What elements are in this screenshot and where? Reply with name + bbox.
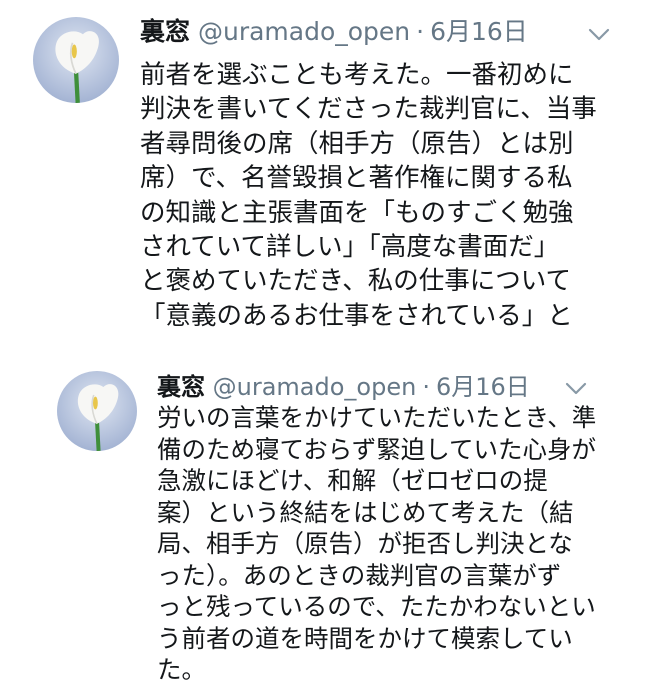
- chevron-down-icon[interactable]: [565, 382, 587, 396]
- tweet-text-line: 備のため寝ておらず緊迫していた心身が: [157, 434, 597, 464]
- tweet-text-line: 急激にほどけ、和解（ゼロゼロの提: [157, 466, 548, 495]
- tweet-date[interactable]: 6月16日: [436, 373, 530, 401]
- tweet-text-line: っと残っているので、たたかわないとい: [157, 592, 596, 621]
- tweet-header: 裏窓 @uramado_open · 6月16日: [157, 371, 530, 403]
- tweet-text-line: されていて詳しい」「高度な書面だ」: [140, 232, 560, 263]
- tweet-text-line: 者尋問後の席（相手方（原告）とは別: [140, 128, 574, 159]
- display-name[interactable]: 裏窓: [140, 17, 190, 46]
- tweet-2[interactable]: 裏窓 @uramado_open · 6月16日 労いの言葉をかけていただいたとき、…: [0, 355, 668, 693]
- tweet-text-line: と褒めていただき、私の仕事について: [140, 266, 571, 297]
- tweet-text-line: う前者の道を時間をかけて模索してい: [157, 623, 573, 653]
- separator-dot: ·: [422, 373, 430, 401]
- chevron-down-icon[interactable]: [588, 28, 610, 42]
- calla-lily-avatar-icon: [77, 384, 119, 451]
- tweet-text-line: 「意義のあるお仕事をされている」と: [140, 300, 573, 331]
- user-handle[interactable]: @uramado_open: [198, 17, 410, 46]
- tweet-date[interactable]: 6月16日: [430, 17, 528, 46]
- tweet-text-line: 前者を選ぶことも考えた。一番初めに: [140, 60, 574, 90]
- user-handle[interactable]: @uramado_open: [213, 373, 417, 401]
- tweet-text-line: 判決を書いてくださった裁判官に、当事: [140, 94, 597, 125]
- tweet-text: 労いの言葉をかけていただいたとき、準 備のため寝ておらず緊迫していた心身が 急激…: [157, 402, 627, 686]
- tweet-header: 裏窓 @uramado_open · 6月16日: [140, 16, 528, 48]
- tweet-text-line: の知識と主張書面を「ものすごく勉強: [140, 197, 574, 228]
- tweet-text-line: 案）という終結をはじめて考えた（結: [157, 497, 574, 527]
- avatar[interactable]: [33, 17, 119, 103]
- tweet-text-line: 労いの言葉をかけていただいたとき、準: [157, 403, 597, 432]
- tweet-text-line: 席）で、名誉毀損と著作権に関する私: [140, 163, 573, 194]
- tweet-text-line: た。: [157, 655, 206, 684]
- tweet-text-line: った）。あのときの裁判官の言葉がず: [157, 560, 562, 590]
- tweet-1[interactable]: 裏窓 @uramado_open · 6月16日 前者を選ぶことも考えた。一番初めに…: [0, 0, 668, 345]
- separator-dot: ·: [416, 17, 425, 46]
- tweet-text-line: 局、相手方（原告）が拒否し判決とな: [157, 529, 573, 558]
- avatar[interactable]: [57, 371, 137, 451]
- tweet-text: 前者を選ぶことも考えた。一番初めに 判決を書いてくださった裁判官に、当事 者尋問…: [140, 58, 626, 333]
- display-name[interactable]: 裏窓: [157, 373, 205, 401]
- calla-lily-avatar-icon: [55, 31, 99, 103]
